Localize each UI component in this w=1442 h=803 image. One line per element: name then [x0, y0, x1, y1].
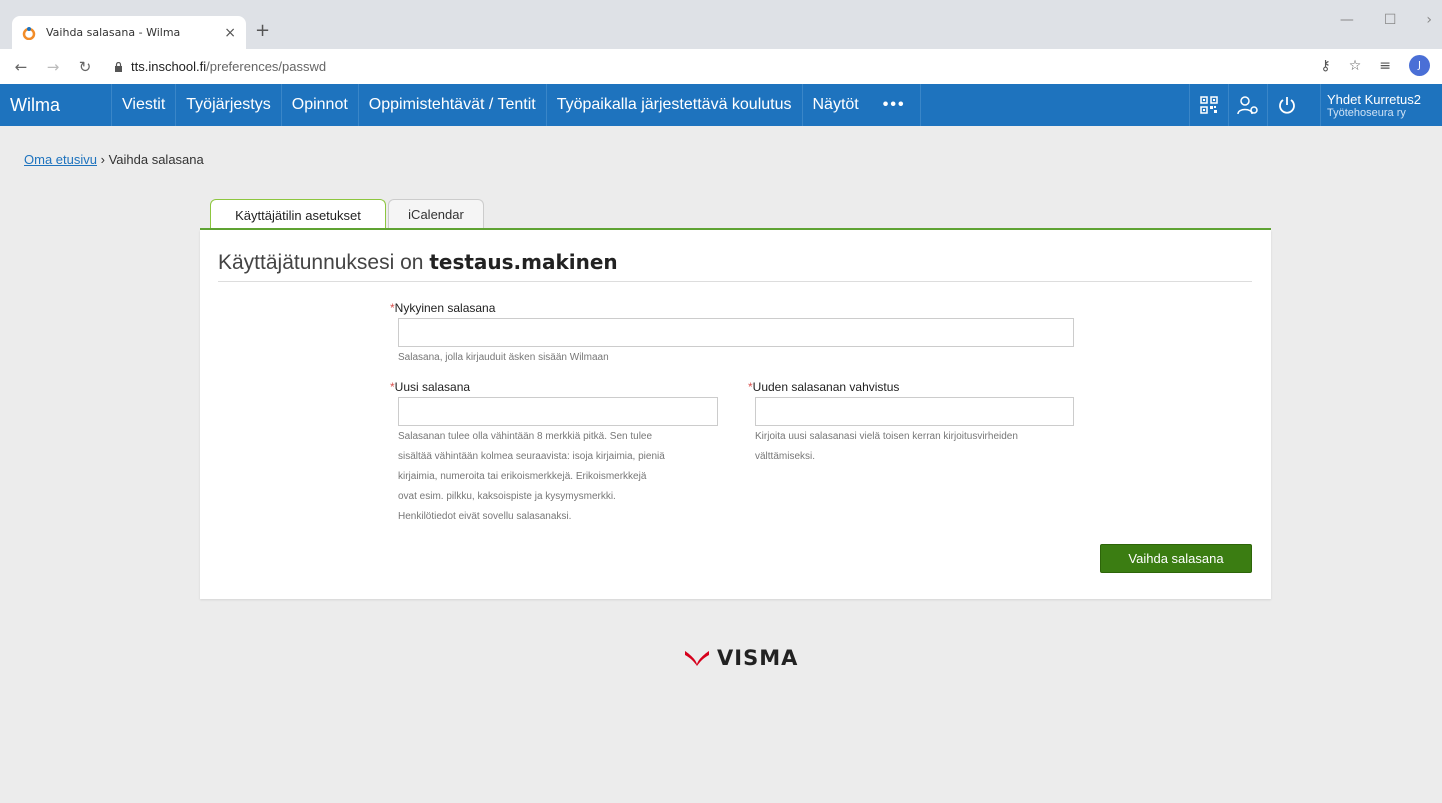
new-password-hint-line: Salasanan tulee olla vähintään 8 merkkiä…	[398, 431, 653, 442]
qr-code-icon[interactable]	[1189, 84, 1228, 126]
confirm-password-hint-line: välttämiseksi.	[755, 451, 816, 462]
current-password-hint: Salasana, jolla kirjauduit äsken sisään …	[398, 352, 609, 363]
window-controls: — ☐ ›	[1340, 12, 1442, 28]
wilma-brand[interactable]: Wilma	[0, 84, 112, 126]
forward-icon[interactable]: →	[46, 58, 60, 76]
new-password-hint-line: sisältää vähintään kolmea seuraavista: i…	[398, 451, 665, 462]
minimize-icon[interactable]: —	[1340, 12, 1354, 28]
new-tab-button[interactable]: +	[255, 20, 270, 41]
maximize-icon[interactable]: ☐	[1384, 12, 1397, 28]
new-password-input[interactable]	[398, 397, 718, 426]
back-icon[interactable]: ←	[14, 58, 28, 76]
breadcrumb-current: Vaihda salasana	[108, 152, 204, 167]
confirm-password-input[interactable]	[755, 397, 1074, 426]
user-organization: Työtehoseura ry	[1327, 106, 1406, 119]
visma-logo: VISMA	[683, 646, 798, 670]
username-value: testaus.makinen	[429, 250, 618, 274]
tab-account-settings[interactable]: Käyttäjätilin asetukset	[210, 199, 386, 230]
visma-logo-text: VISMA	[717, 646, 799, 670]
reload-icon[interactable]: ↻	[78, 58, 92, 76]
star-icon[interactable]: ☆	[1349, 58, 1362, 74]
breadcrumb: Oma etusivu › Vaihda salasana	[24, 152, 204, 167]
confirm-password-label: *Uuden salasanan vahvistus	[748, 380, 899, 394]
password-form-card: Käyttäjätunnuksesi on testaus.makinen *N…	[200, 230, 1271, 599]
toolbar-actions: ⚷ ☆ ≡ J	[1320, 55, 1430, 76]
change-password-button[interactable]: Vaihda salasana	[1100, 544, 1252, 573]
address-bar[interactable]: tts.inschool.fi/preferences/passwd	[114, 59, 326, 74]
user-menu[interactable]: Yhdet Kurretus2 Työtehoseura ry	[1320, 84, 1442, 126]
new-password-label-text: Uusi salasana	[394, 380, 471, 394]
browser-toolbar: ← → ↻ tts.inschool.fi/preferences/passwd…	[0, 49, 1442, 84]
current-password-label: *Nykyinen salasana	[390, 301, 495, 315]
visma-mark-icon	[685, 651, 709, 666]
close-window-icon[interactable]: ›	[1426, 12, 1432, 28]
url-host: tts.inschool.fi	[131, 59, 207, 74]
current-password-label-text: Nykyinen salasana	[394, 301, 496, 315]
current-password-input[interactable]	[398, 318, 1074, 347]
title-prefix: Käyttäjätunnuksesi on	[218, 251, 424, 274]
page-title: Käyttäjätunnuksesi on testaus.makinen	[218, 250, 618, 275]
nav-item-tyopaikalla[interactable]: Työpaikalla järjestettävä koulutus	[547, 84, 803, 126]
new-password-label: *Uusi salasana	[390, 380, 470, 394]
url-path: /preferences/passwd	[206, 59, 327, 74]
new-password-hint: Salasanan tulee olla vähintään 8 merkkiä…	[398, 427, 738, 527]
tab-icalendar[interactable]: iCalendar	[388, 199, 484, 229]
confirm-password-label-text: Uuden salasanan vahvistus	[752, 380, 900, 394]
nav-item-oppimistehtavat[interactable]: Oppimistehtävät / Tentit	[359, 84, 547, 126]
lock-icon	[115, 61, 122, 72]
more-menu-button[interactable]: •••	[869, 84, 921, 126]
nav-item-opinnot[interactable]: Opinnot	[282, 84, 359, 126]
wilma-navbar: Wilma Viestit Työjärjestys Opinnot Oppim…	[0, 84, 1442, 126]
new-password-hint-line: kirjaimia, numeroita tai erikoismerkkejä…	[398, 471, 647, 482]
user-settings-icon[interactable]	[1228, 84, 1267, 126]
close-tab-icon[interactable]: ×	[224, 25, 236, 41]
nav-item-tyojarjestys[interactable]: Työjärjestys	[176, 84, 282, 126]
breadcrumb-home-link[interactable]: Oma etusivu	[24, 152, 97, 167]
nav-icon-group	[1189, 84, 1306, 126]
browser-tabstrip: Vaihda salasana - Wilma × + — ☐ ›	[0, 0, 1442, 49]
nav-item-viestit[interactable]: Viestit	[112, 84, 177, 126]
confirm-password-hint-line: Kirjoita uusi salasanasi vielä toisen ke…	[755, 431, 1018, 442]
new-password-hint-line: ovat esim. pilkku, kaksoispiste ja kysym…	[398, 491, 616, 502]
profile-avatar[interactable]: J	[1409, 55, 1430, 76]
power-icon[interactable]	[1267, 84, 1306, 126]
new-password-hint-line: Henkilötiedot eivät sovellu salasanaksi.	[398, 511, 572, 522]
key-icon[interactable]: ⚷	[1320, 58, 1330, 74]
reading-list-icon[interactable]: ≡	[1379, 58, 1391, 74]
confirm-password-hint: Kirjoita uusi salasanasi vielä toisen ke…	[755, 427, 1095, 467]
nav-item-naytot[interactable]: Näytöt	[803, 84, 869, 126]
title-divider	[218, 281, 1252, 282]
wilma-favicon-icon	[22, 26, 36, 40]
user-name: Yhdet Kurretus2	[1327, 91, 1421, 107]
breadcrumb-separator: ›	[100, 152, 105, 167]
browser-tab[interactable]: Vaihda salasana - Wilma ×	[12, 16, 246, 49]
browser-tab-title: Vaihda salasana - Wilma	[46, 26, 181, 39]
